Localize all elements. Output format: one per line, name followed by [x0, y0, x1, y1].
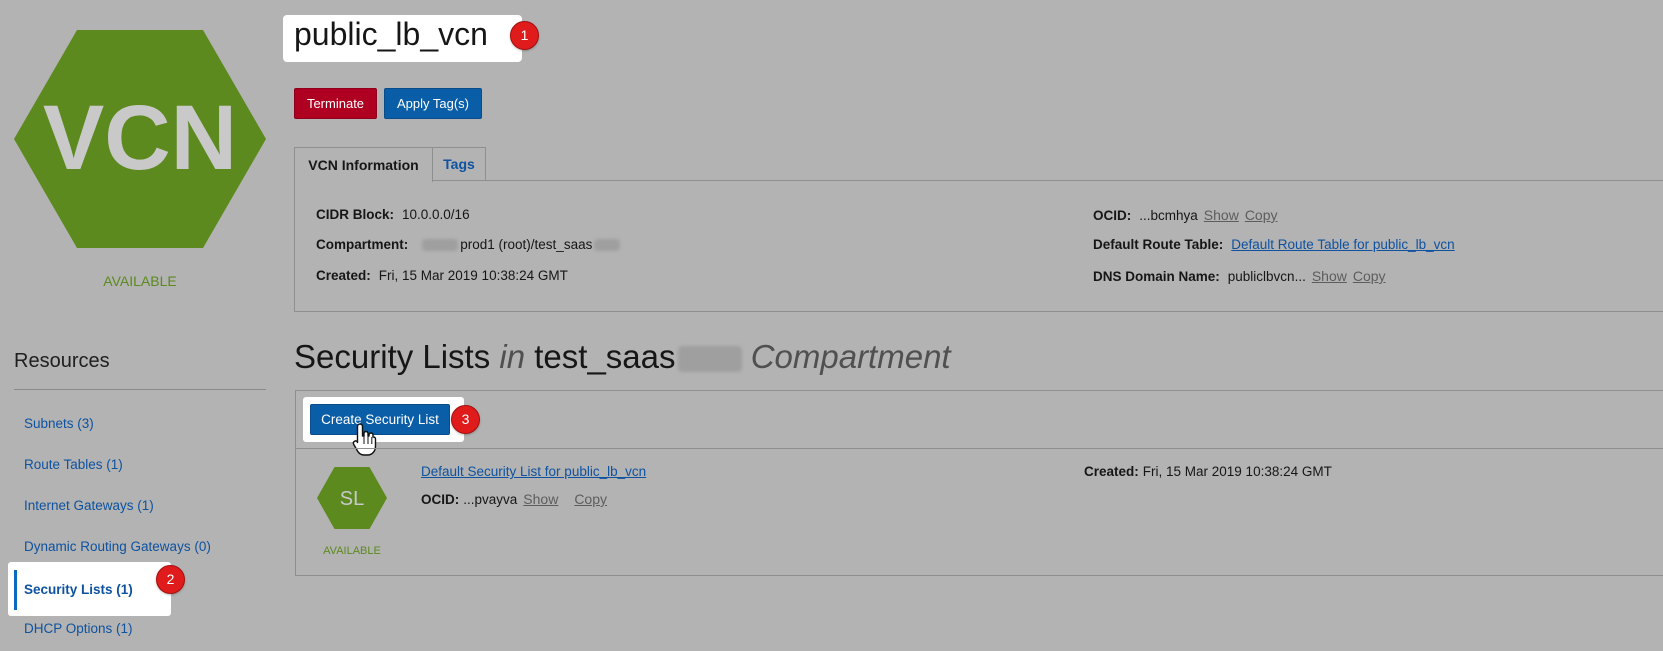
redacted-text — [594, 239, 621, 252]
resources-heading: Resources — [14, 350, 110, 372]
terminate-button[interactable]: Terminate — [294, 88, 377, 119]
heading-compartment: test_saas — [534, 338, 676, 375]
created-row: Created: Fri, 15 Mar 2019 10:38:24 GMT — [316, 268, 568, 283]
tab-tags[interactable]: Tags — [432, 147, 486, 181]
vcn-badge-text: VCN — [43, 87, 237, 189]
route-table-label: Default Route Table: — [1093, 237, 1224, 252]
hand-cursor-icon — [352, 423, 377, 456]
sl-created-row: Created: Fri, 15 Mar 2019 10:38:24 GMT — [1084, 464, 1332, 479]
heading-title: Security Lists — [294, 338, 491, 375]
dns-row: DNS Domain Name: publiclbvcn... Show Copy — [1093, 268, 1386, 284]
heading-suffix: Compartment — [750, 338, 951, 375]
sl-ocid-row: OCID: ...pvayva Show Copy — [421, 491, 607, 507]
sl-show-link[interactable]: Show — [523, 491, 558, 507]
cidr-block-row: CIDR Block: 10.0.0.0/16 — [316, 207, 470, 222]
sidebar-item-subnets[interactable]: Subnets (3) — [24, 416, 94, 431]
ocid-label: OCID: — [1093, 208, 1132, 223]
created-value: Fri, 15 Mar 2019 10:38:24 GMT — [378, 268, 568, 283]
redacted-text — [677, 346, 742, 373]
callout-2: 2 — [156, 565, 185, 594]
ocid-value: ...bcmhya — [1139, 208, 1198, 223]
sidebar-item-security-lists[interactable]: Security Lists (1) — [24, 582, 133, 597]
sidebar-item-route-tables[interactable]: Route Tables (1) — [24, 457, 123, 472]
redacted-text — [422, 239, 459, 252]
ocid-row: OCID: ...bcmhya Show Copy — [1093, 207, 1278, 223]
sl-ocid-label: OCID: — [421, 492, 460, 507]
ocid-copy-link[interactable]: Copy — [1245, 207, 1278, 223]
sl-status-label: AVAILABLE — [323, 545, 381, 557]
dns-value: publiclbvcn... — [1227, 269, 1306, 284]
ocid-show-link[interactable]: Show — [1204, 207, 1239, 223]
sl-copy-link[interactable]: Copy — [574, 491, 607, 507]
security-lists-panel — [295, 390, 1663, 576]
vcn-status-label: AVAILABLE — [103, 273, 177, 289]
heading-in: in — [499, 338, 526, 375]
callout-3: 3 — [451, 405, 480, 434]
sidebar-item-dhcp-options[interactable]: DHCP Options (1) — [24, 621, 133, 636]
cidr-value: 10.0.0.0/16 — [402, 207, 470, 222]
dns-show-link[interactable]: Show — [1312, 268, 1347, 284]
sl-created-value: Fri, 15 Mar 2019 10:38:24 GMT — [1142, 464, 1332, 479]
sl-badge-text: SL — [340, 488, 364, 510]
sidebar-item-drg[interactable]: Dynamic Routing Gateways (0) — [24, 539, 211, 554]
resources-divider — [14, 389, 266, 390]
tab-vcn-information[interactable]: VCN Information — [294, 147, 433, 182]
sidebar-item-internet-gateways[interactable]: Internet Gateways (1) — [24, 498, 154, 513]
vcn-hexagon-logo: VCN — [14, 30, 266, 248]
cidr-label: CIDR Block: — [316, 207, 395, 222]
security-lists-heading: Security Lists in test_saas Compartment — [294, 338, 951, 376]
sl-hexagon-icon: SL — [317, 467, 387, 529]
sidebar-active-indicator — [14, 570, 17, 610]
apply-tags-button[interactable]: Apply Tag(s) — [384, 88, 482, 119]
route-table-link[interactable]: Default Route Table for public_lb_vcn — [1231, 237, 1454, 252]
dns-copy-link[interactable]: Copy — [1353, 268, 1386, 284]
compartment-value: prod1 (root)/test_saas — [460, 237, 593, 252]
compartment-row: Compartment: prod1 (root)/test_saas — [316, 237, 621, 252]
dns-label: DNS Domain Name: — [1093, 269, 1220, 284]
callout-1: 1 — [510, 21, 539, 50]
create-security-list-button[interactable]: Create Security List — [310, 404, 450, 435]
route-table-row: Default Route Table: Default Route Table … — [1093, 237, 1455, 252]
created-label: Created: — [316, 268, 371, 283]
list-row-divider — [295, 448, 1663, 449]
compartment-label: Compartment: — [316, 237, 409, 252]
sl-ocid-value: ...pvayva — [463, 492, 518, 507]
page-title: public_lb_vcn — [294, 16, 488, 52]
security-list-link[interactable]: Default Security List for public_lb_vcn — [421, 464, 646, 479]
sl-name-row: Default Security List for public_lb_vcn — [421, 464, 646, 479]
sl-created-label: Created: — [1084, 464, 1139, 479]
